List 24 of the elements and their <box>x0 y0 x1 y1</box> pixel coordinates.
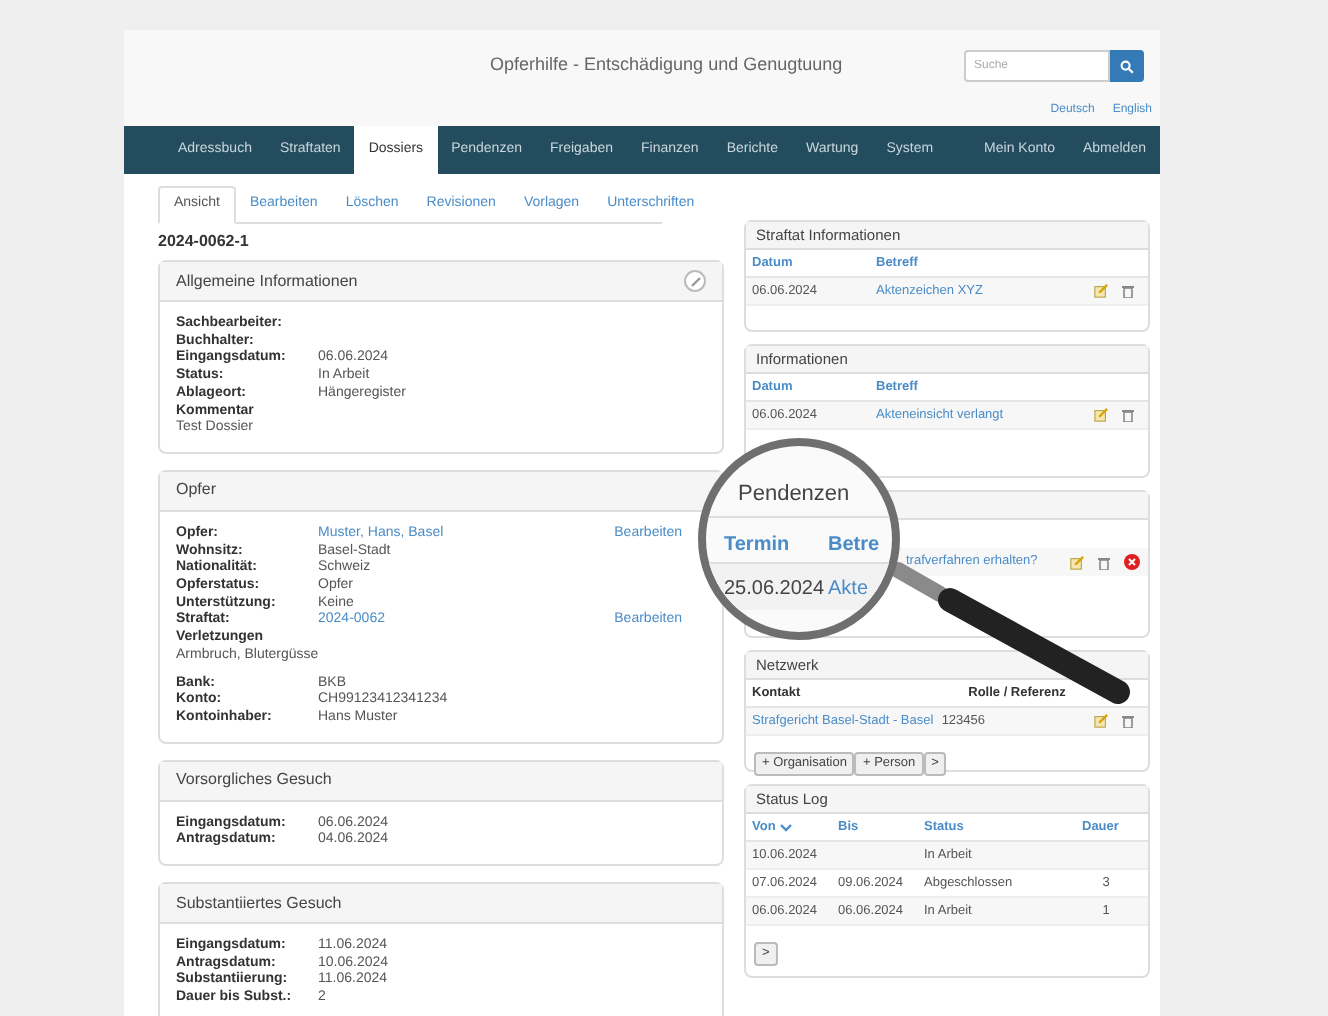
search-icon <box>1120 59 1134 73</box>
remove-icon[interactable] <box>1124 554 1140 570</box>
edit-icon[interactable] <box>1094 714 1108 728</box>
lens-cell-text: 25.06.2024 <box>724 576 827 604</box>
search-button[interactable] <box>1110 50 1144 82</box>
trash-icon[interactable] <box>1098 555 1110 569</box>
panel-title: Allgemeine Informationen <box>176 269 358 293</box>
edit-icon[interactable] <box>1094 284 1108 298</box>
lens-cell-text: Akte <box>828 576 869 604</box>
trash-icon[interactable] <box>1122 408 1134 422</box>
app-title: Opferhilfe - Entschädigung und Genugtuung <box>490 52 843 79</box>
panel-title: Vorsorgliches Gesuch <box>176 768 332 793</box>
lens-column-header: Termin <box>724 532 792 560</box>
pencil-icon[interactable] <box>684 270 706 292</box>
trash-icon[interactable] <box>1122 284 1134 298</box>
lens-title: Pendenzen <box>738 480 850 510</box>
panel-title: Opfer <box>176 478 217 503</box>
edit-icon[interactable] <box>1094 408 1108 422</box>
edit-icon[interactable] <box>1070 555 1084 569</box>
lens-column-header: Betre <box>828 532 880 560</box>
panel-title: Substantiiertes Gesuch <box>176 891 342 916</box>
trash-icon[interactable] <box>1122 714 1134 728</box>
sort-caret-icon[interactable] <box>779 823 792 831</box>
dossier-number: 2024-0062-1 <box>158 230 249 254</box>
